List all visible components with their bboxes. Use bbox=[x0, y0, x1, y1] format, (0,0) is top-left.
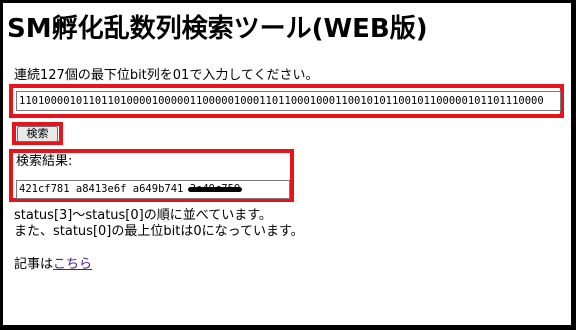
result-value: 421cf781 a8413e6f a649b741 bbox=[19, 183, 190, 195]
bit-sequence-input[interactable]: 1101000010110110100001000001100000100011… bbox=[16, 91, 561, 111]
order-note: status[3]〜status[0]の順に並べています。 bbox=[14, 208, 272, 223]
msb-note: また、status[0]の最上位bitは0になっています。 bbox=[14, 224, 304, 239]
article-prefix: 記事は bbox=[14, 257, 54, 272]
article-line: 記事はこちら bbox=[14, 256, 92, 274]
instruction-text: 連続127個の最下位bit列を01で入力してください。 bbox=[14, 68, 319, 83]
redaction-scribble bbox=[187, 187, 243, 192]
page-title: SM孵化乱数列検索ツール(WEB版) bbox=[7, 14, 428, 44]
article-link[interactable]: こちら bbox=[53, 257, 92, 272]
page-frame: SM孵化乱数列検索ツール(WEB版) 連続127個の最下位bit列を01で入力し… bbox=[3, 3, 571, 325]
result-field[interactable]: 421cf781 a8413e6f a649b741 3e49c759 bbox=[16, 180, 290, 199]
redacted-value: 3e49c759 bbox=[187, 181, 243, 198]
search-button[interactable]: 検索 bbox=[17, 126, 58, 142]
